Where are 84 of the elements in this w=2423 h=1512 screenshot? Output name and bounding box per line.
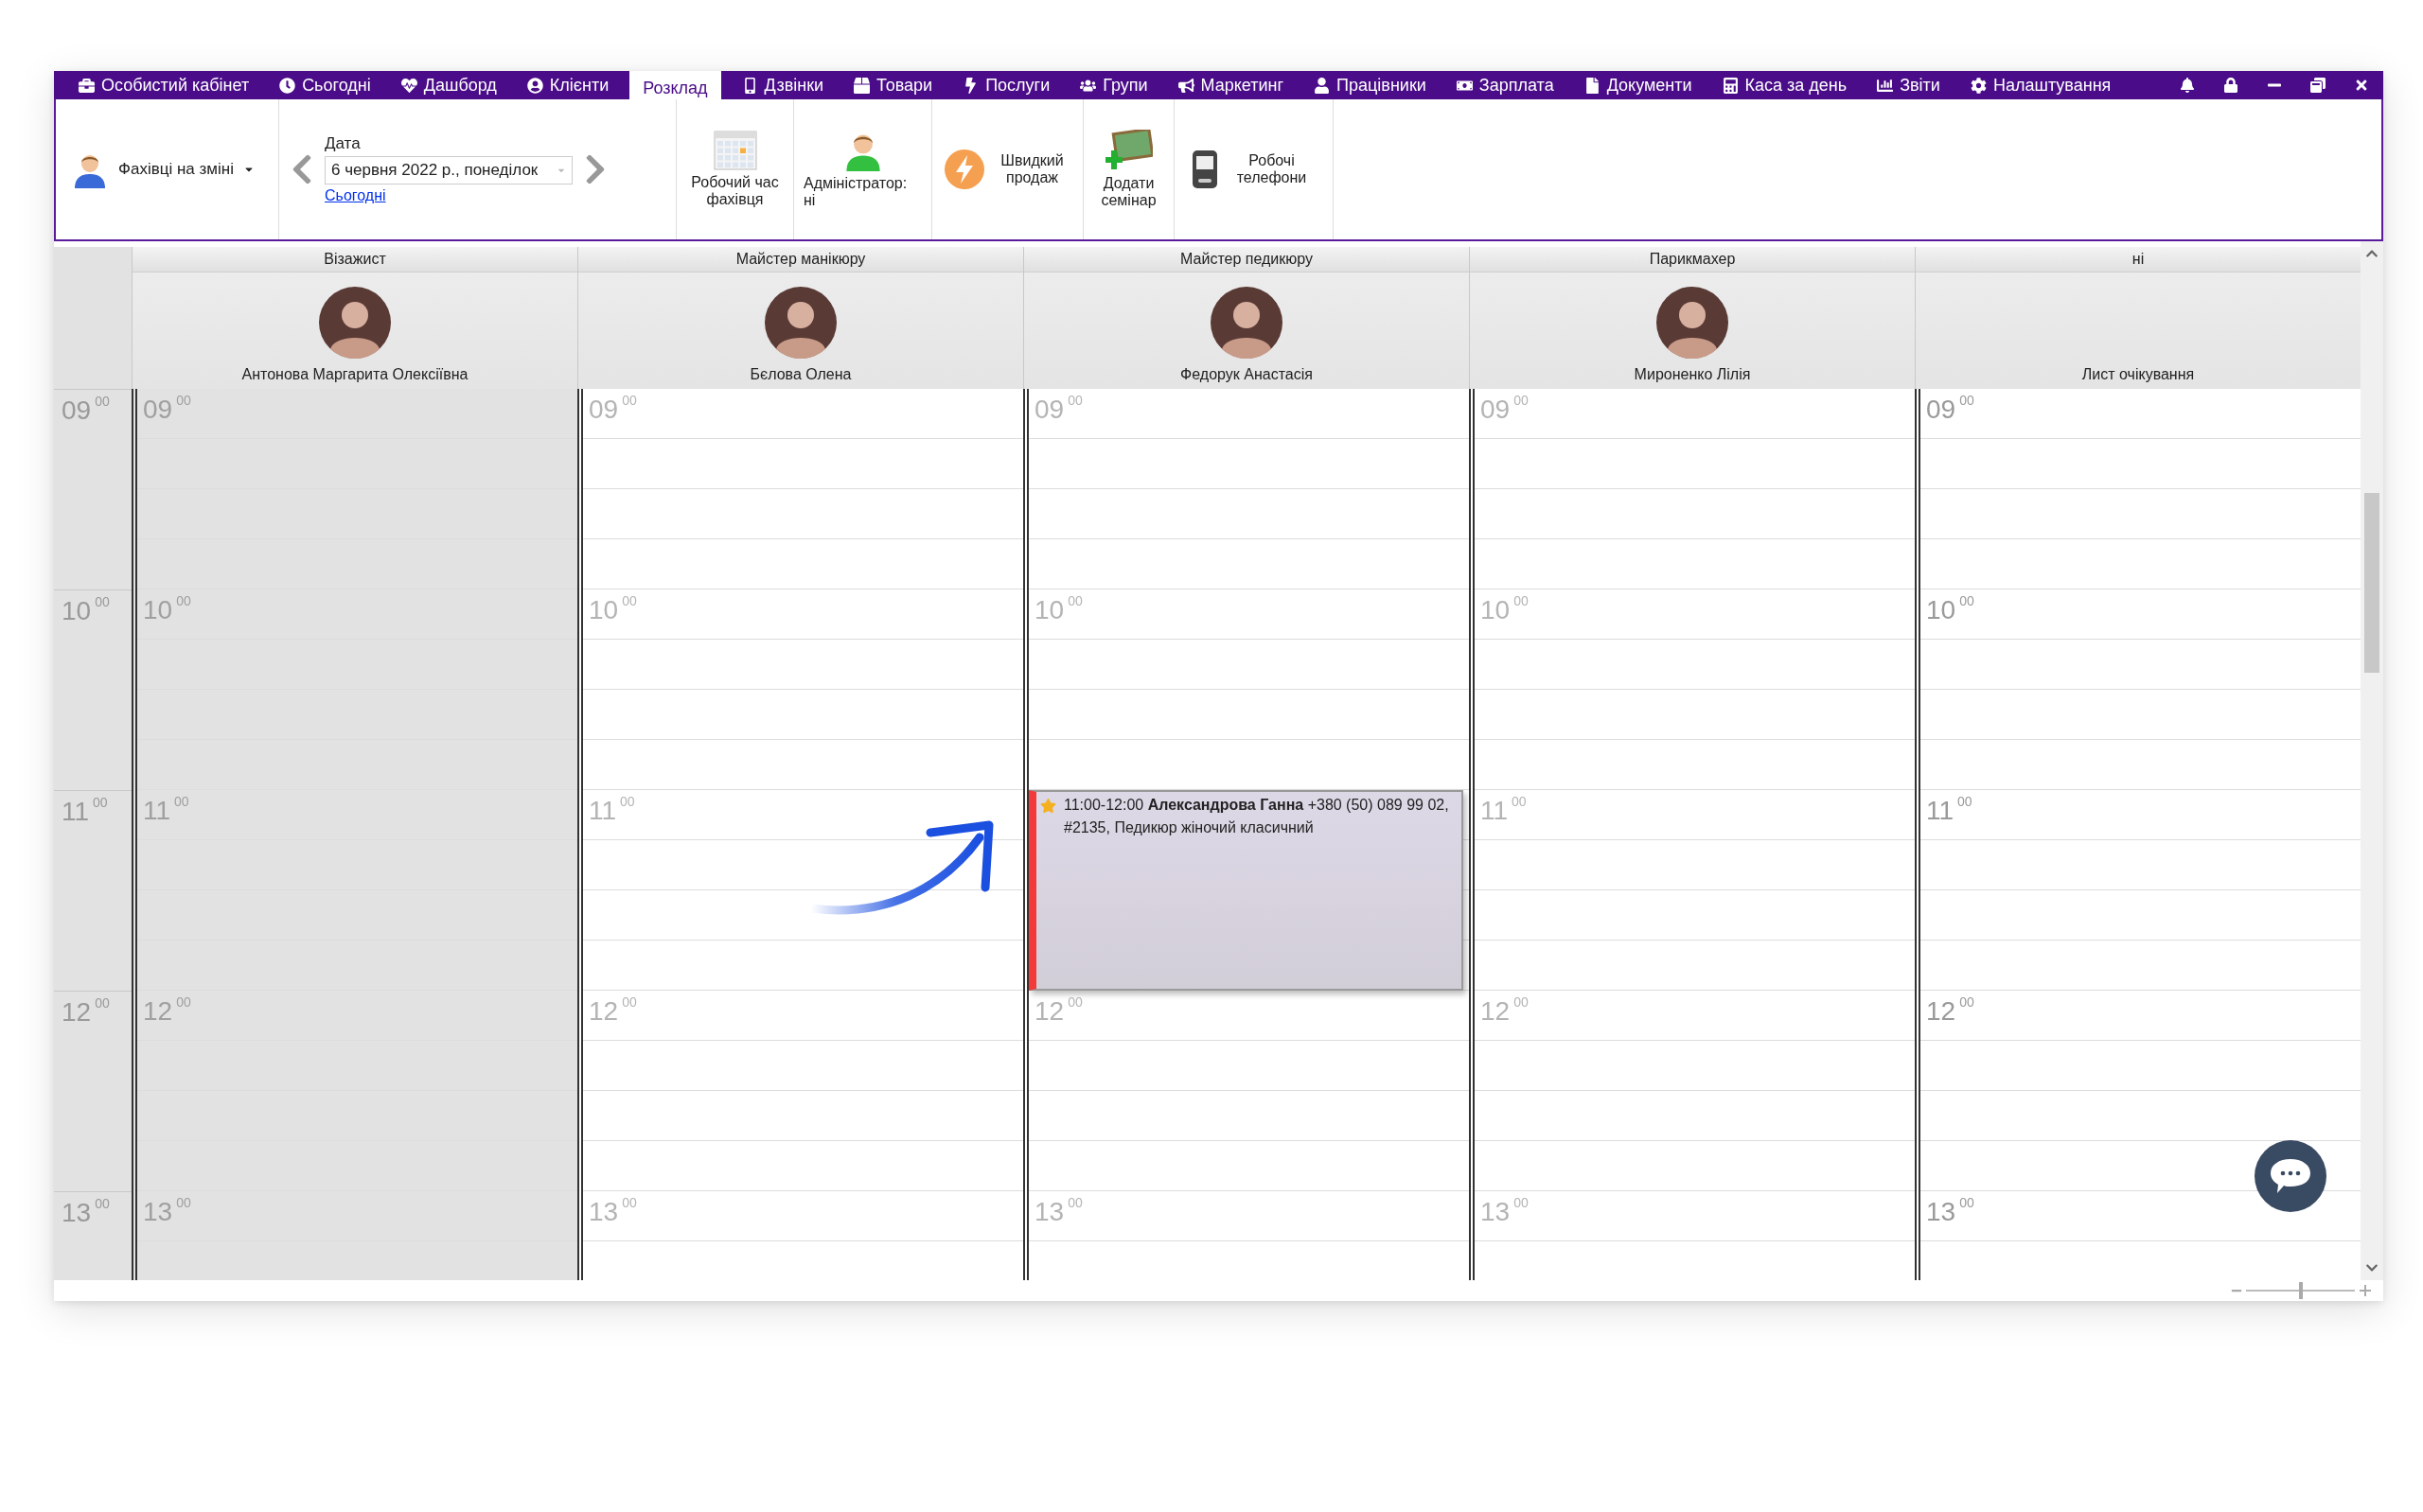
- calendar-icon: [713, 130, 757, 170]
- time-label: 09$^{00}$: [589, 393, 637, 425]
- time-label: 13$^{00}$: [1035, 1195, 1083, 1227]
- time-label: 09$^{00}$: [143, 393, 191, 425]
- document-icon: [1583, 77, 1601, 94]
- person-icon: [1314, 77, 1331, 94]
- toolbar-button[interactable]: Швидкий продаж: [932, 99, 1084, 239]
- briefcase-icon: [79, 77, 95, 94]
- column-name: Мироненко Лілія: [1634, 366, 1751, 383]
- settings-icon: [1970, 77, 1987, 94]
- column-title: Парикмахер: [1649, 251, 1736, 268]
- menu-tab[interactable]: Звіти: [1862, 71, 1955, 99]
- time-label: 10$^{00}$: [1480, 593, 1529, 625]
- menu-tab[interactable]: Маркетинг: [1162, 71, 1300, 99]
- time-label: 11$^{00}$: [1926, 794, 1972, 826]
- time-label: 10$^{00}$: [1035, 593, 1083, 625]
- column-title: Майстер манікюру: [735, 251, 866, 268]
- time-label: 13$^{00}$: [589, 1195, 637, 1227]
- time-label: 10$^{00}$: [1926, 593, 1974, 625]
- time-label: 09$^{00}$: [1926, 393, 1974, 425]
- megaphone-icon: [1177, 77, 1194, 94]
- time-label: 12$^{00}$: [1926, 994, 1974, 1027]
- time-label: 13$^{00}$: [1480, 1195, 1529, 1227]
- time-label: 09$^{00}$: [62, 394, 110, 426]
- toolbar-button[interactable]: Робочі телефони: [1175, 99, 1334, 239]
- box-icon: [854, 77, 871, 94]
- time-label: 10$^{00}$: [62, 594, 110, 626]
- time-label: 12$^{00}$: [1480, 994, 1529, 1027]
- time-label: 09$^{00}$: [1035, 393, 1083, 425]
- staff-dropdown[interactable]: Фахівці на зміні: [65, 149, 260, 189]
- phone-icon: [1190, 149, 1219, 190]
- column-name: Бєлова Олена: [750, 366, 852, 383]
- menu-tab[interactable]: Зарплата: [1441, 71, 1569, 99]
- menu-tab[interactable]: Дашборд: [385, 71, 512, 99]
- clock-icon: [279, 77, 296, 94]
- calculator-icon: [1722, 77, 1739, 94]
- menu-tab[interactable]: Документи: [1568, 71, 1707, 99]
- menu-tab[interactable]: Особистий кабінет: [63, 71, 265, 99]
- column-name: Антонова Маргарита Олексіївна: [241, 366, 469, 383]
- menu-tab[interactable]: Працівники: [1299, 71, 1441, 99]
- pulse-icon: [400, 77, 417, 94]
- date-label: Дата: [325, 134, 362, 153]
- toolbar-button[interactable]: Робочий час фахівця: [677, 99, 794, 239]
- menu-tab[interactable]: Каса за день: [1707, 71, 1863, 99]
- zoom-thumb[interactable]: [2298, 1282, 2303, 1299]
- scrollbar[interactable]: [2361, 241, 2383, 1280]
- time-label: 12$^{00}$: [589, 994, 637, 1027]
- column-name: Лист очікування: [2081, 366, 2195, 383]
- menu-tab[interactable]: Групи: [1065, 71, 1163, 99]
- menu-tab[interactable]: Сьогодні: [264, 71, 386, 99]
- time-label: 13$^{00}$: [62, 1196, 110, 1228]
- time-label: 13$^{00}$: [143, 1195, 191, 1227]
- lightning-icon: [943, 149, 985, 190]
- bar-chart-icon: [1877, 77, 1894, 94]
- time-label: 11$^{00}$: [589, 794, 635, 826]
- time-label: 12$^{00}$: [1035, 994, 1083, 1027]
- menu-tab[interactable]: Товари: [839, 71, 948, 99]
- menu-tab[interactable]: Дзвінки: [726, 71, 840, 99]
- time-label: 10$^{00}$: [589, 593, 637, 625]
- column-name: Федорук Анастасія: [1180, 366, 1313, 383]
- toolbar-button[interactable]: Адміністратор: ні: [794, 99, 932, 239]
- menu-tab[interactable]: Налаштування: [1954, 71, 2127, 99]
- menu-tab[interactable]: Клієнти: [511, 71, 625, 99]
- time-label: 11$^{00}$: [143, 794, 189, 826]
- time-label: 13$^{00}$: [1926, 1195, 1974, 1227]
- board-plus-icon: [1105, 129, 1153, 171]
- menu-tab[interactable]: Послуги: [947, 71, 1066, 99]
- today-link[interactable]: Сьогодні: [325, 187, 573, 204]
- time-label: 11$^{00}$: [1480, 794, 1527, 826]
- time-label: 10$^{00}$: [143, 593, 191, 625]
- star-icon: [1040, 798, 1056, 814]
- time-label: 11$^{00}$: [62, 795, 108, 827]
- appointment-text: 11:00-12:00 Александрова Ганна +380 (50) 089 99 02, #2135, Педикюр жіночий класичний: [1064, 796, 1450, 837]
- time-label: 12$^{00}$: [62, 995, 110, 1028]
- time-label: 09$^{00}$: [1480, 393, 1529, 425]
- column-title: Візажист: [324, 251, 386, 268]
- appointment-card[interactable]: 11:00-12:00 Александрова Ганна +380 (50) 089 99 02, #2135, Педикюр жіночий класичний: [1029, 790, 1463, 991]
- time-label: 12$^{00}$: [143, 994, 191, 1027]
- scroll-thumb[interactable]: [2364, 493, 2379, 673]
- column-title: Майстер педикюру: [1180, 251, 1313, 268]
- chat-bubble-icon: [2269, 1157, 2312, 1195]
- date-field[interactable]: 6 червня 2022 р., понеділок: [325, 156, 573, 185]
- toolbar-button[interactable]: Додати семінар: [1084, 99, 1175, 239]
- column-title: ні: [2131, 251, 2145, 268]
